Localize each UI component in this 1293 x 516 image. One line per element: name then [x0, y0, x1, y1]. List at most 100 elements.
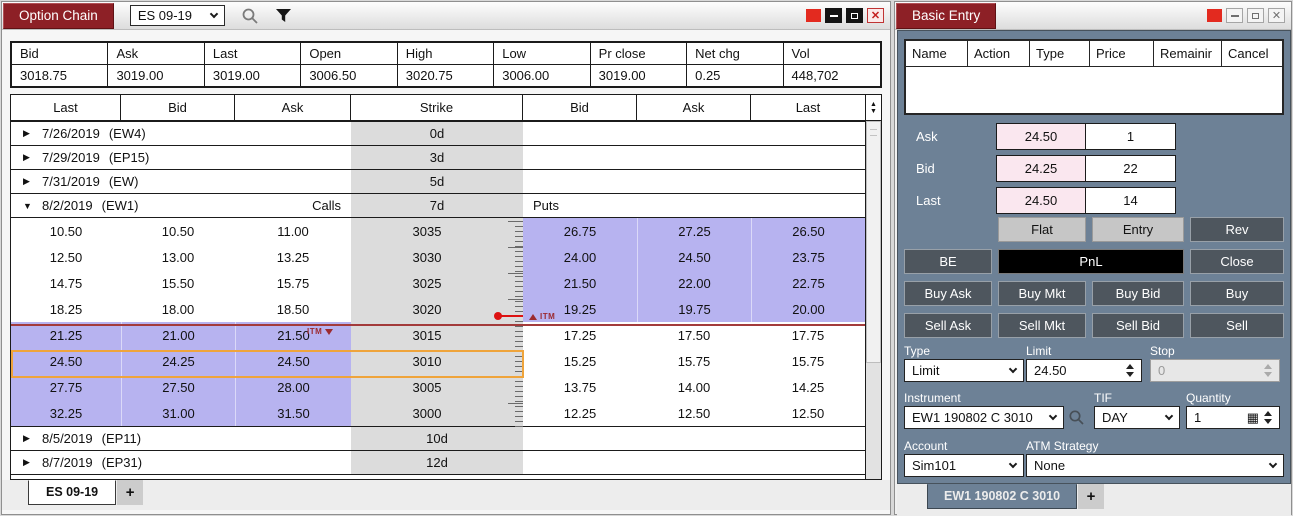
call-bid-cell[interactable]: 31.00	[121, 400, 235, 426]
put-bid-cell[interactable]: 24.00	[523, 244, 637, 270]
expiry-group-row[interactable]: ▶ 7/26/2019 (EW4) 0d	[11, 121, 865, 146]
put-last-cell[interactable]: 23.75	[751, 244, 865, 270]
call-ask-cell[interactable]: 31.50	[235, 400, 351, 426]
expiry-group-row[interactable]: ▶ 8/5/2019 (EP11) 10d	[11, 426, 865, 451]
quantity-stepper[interactable]: 1 ▦	[1186, 406, 1280, 429]
call-ask-cell[interactable]: 11.00	[235, 218, 351, 244]
expand-collapsed-icon[interactable]: ▶	[23, 433, 33, 444]
scroll-arrow-buttons[interactable]: ▲ ▼	[866, 95, 881, 121]
strike-cell[interactable]: 3025	[351, 270, 503, 296]
scroll-down-icon[interactable]: ▼	[870, 108, 877, 115]
call-last-cell[interactable]: 32.25	[11, 400, 121, 426]
put-last-cell[interactable]: 26.50	[751, 218, 865, 244]
entry-button[interactable]: Entry	[1092, 217, 1184, 242]
expiry-group-row[interactable]: ▶ 7/31/2019 (EW) 5d	[11, 169, 865, 194]
close-button[interactable]: ✕	[1268, 8, 1285, 23]
stepper-arrows-icon[interactable]	[1126, 364, 1134, 377]
limit-price-stepper[interactable]: 24.50	[1026, 359, 1142, 382]
call-bid-cell[interactable]: 24.25	[121, 348, 235, 374]
put-ask-cell[interactable]: 27.25	[637, 218, 751, 244]
buy-button[interactable]: Buy	[1190, 281, 1284, 306]
expand-collapsed-icon[interactable]: ▶	[23, 128, 33, 139]
tab-es-09-19[interactable]: ES 09-19	[28, 480, 116, 505]
call-last-cell[interactable]: 24.50	[11, 348, 121, 374]
link-color-button[interactable]	[806, 9, 821, 22]
order-type-select[interactable]: Limit	[904, 359, 1024, 382]
instrument-select[interactable]: EW1 190802 C 3010	[904, 406, 1064, 429]
call-last-cell[interactable]: 18.25	[11, 296, 121, 322]
call-ask-cell[interactable]: 15.75	[235, 270, 351, 296]
put-last-cell[interactable]: 15.75	[751, 348, 865, 374]
call-bid-cell[interactable]: 15.50	[121, 270, 235, 296]
buy-bid-button[interactable]: Buy Bid	[1092, 281, 1184, 306]
buy-ask-button[interactable]: Buy Ask	[904, 281, 992, 306]
put-ask-cell[interactable]: 19.75	[637, 296, 751, 322]
expiry-group-row[interactable]: ▶ 7/29/2019 (EP15) 3d	[11, 145, 865, 170]
sell-market-button[interactable]: Sell Mkt	[998, 313, 1086, 338]
strike-cell[interactable]: 3000	[351, 400, 503, 426]
put-ask-cell[interactable]: 22.00	[637, 270, 751, 296]
close-position-button[interactable]: Close	[1190, 249, 1284, 274]
stepper-arrows-icon[interactable]	[1264, 411, 1272, 424]
put-ask-cell[interactable]: 24.50	[637, 244, 751, 270]
call-bid-cell[interactable]: 13.00	[121, 244, 235, 270]
instrument-search-icon[interactable]	[241, 7, 259, 25]
close-button[interactable]: ✕	[867, 8, 884, 23]
bid-price-cell[interactable]: 24.25	[996, 155, 1086, 182]
put-bid-cell[interactable]: 21.50	[523, 270, 637, 296]
put-last-cell[interactable]: 20.00	[751, 296, 865, 322]
put-ask-cell[interactable]: 15.75	[637, 348, 751, 374]
maximize-button[interactable]	[846, 8, 863, 23]
expiry-group-row-expanded[interactable]: ▼ 8/2/2019 (EW1) Calls 7d Puts	[11, 193, 865, 218]
put-last-cell[interactable]: 14.25	[751, 374, 865, 400]
last-price-cell[interactable]: 24.50	[996, 187, 1086, 214]
call-ask-cell[interactable]: 13.25	[235, 244, 351, 270]
call-last-cell[interactable]: 12.50	[11, 244, 121, 270]
scrollbar-thumb[interactable]	[866, 121, 881, 363]
put-last-cell[interactable]: 12.50	[751, 400, 865, 426]
flat-button[interactable]: Flat	[998, 217, 1086, 242]
account-select[interactable]: Sim101	[904, 454, 1024, 477]
call-ask-cell[interactable]: 24.50	[235, 348, 351, 374]
minimize-button[interactable]	[825, 8, 842, 23]
put-bid-cell[interactable]: 15.25	[523, 348, 637, 374]
chain-scrollbar[interactable]: ▲ ▼	[865, 95, 881, 479]
tif-select[interactable]: DAY	[1094, 406, 1180, 429]
reverse-button[interactable]: Rev	[1190, 217, 1284, 242]
expand-collapsed-icon[interactable]: ▶	[23, 176, 33, 187]
atm-strategy-select[interactable]: None	[1026, 454, 1284, 477]
call-last-cell[interactable]: 27.75	[11, 374, 121, 400]
call-ask-cell[interactable]: 28.00	[235, 374, 351, 400]
add-tab-button[interactable]: +	[117, 480, 143, 505]
strike-cell[interactable]: 3035	[351, 218, 503, 244]
call-bid-cell[interactable]: 27.50	[121, 374, 235, 400]
put-bid-cell[interactable]: 26.75	[523, 218, 637, 244]
sell-button[interactable]: Sell	[1190, 313, 1284, 338]
scrollbar-track[interactable]	[866, 363, 881, 479]
option-chain-titlebar[interactable]: Option Chain ES 09-19 ✕	[2, 2, 890, 30]
filter-icon[interactable]	[275, 8, 292, 23]
expand-collapsed-icon[interactable]: ▶	[23, 152, 33, 163]
maximize-button[interactable]	[1247, 8, 1264, 23]
put-bid-cell[interactable]: 13.75	[523, 374, 637, 400]
sell-ask-button[interactable]: Sell Ask	[904, 313, 992, 338]
sell-bid-button[interactable]: Sell Bid	[1092, 313, 1184, 338]
call-ask-cell[interactable]: 18.50	[235, 296, 351, 322]
put-bid-cell[interactable]: 12.25	[523, 400, 637, 426]
strike-cell[interactable]: 3020	[351, 296, 503, 322]
call-last-cell[interactable]: 14.75	[11, 270, 121, 296]
put-last-cell[interactable]: 22.75	[751, 270, 865, 296]
minimize-button[interactable]	[1226, 8, 1243, 23]
call-last-cell[interactable]: 10.50	[11, 218, 121, 244]
basic-entry-titlebar[interactable]: Basic Entry ✕	[895, 2, 1291, 30]
pnl-display[interactable]: PnL	[998, 249, 1184, 274]
expand-collapsed-icon[interactable]: ▶	[23, 457, 33, 468]
buy-market-button[interactable]: Buy Mkt	[998, 281, 1086, 306]
expand-open-icon[interactable]: ▼	[23, 201, 33, 211]
tab-ew1-190802-c-3010[interactable]: EW1 190802 C 3010	[927, 484, 1077, 509]
instrument-search-icon[interactable]	[1068, 409, 1085, 429]
strike-cell[interactable]: 3005	[351, 374, 503, 400]
put-ask-cell[interactable]: 14.00	[637, 374, 751, 400]
link-color-button[interactable]	[1207, 9, 1222, 22]
breakeven-button[interactable]: BE	[904, 249, 992, 274]
